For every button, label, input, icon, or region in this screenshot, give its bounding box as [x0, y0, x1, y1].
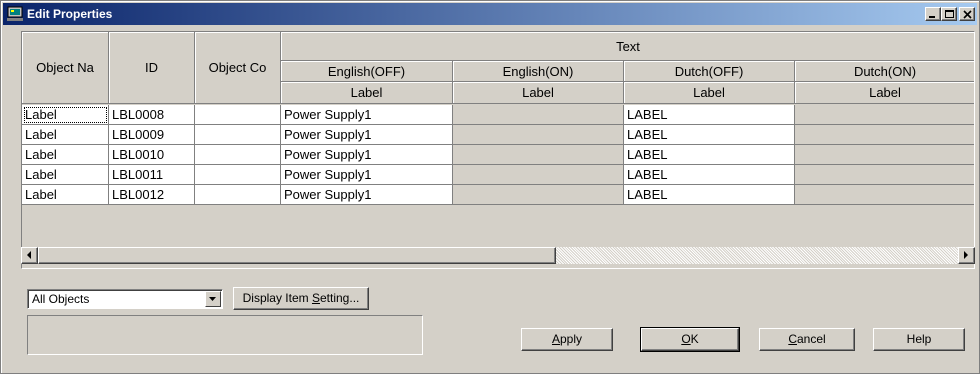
- button-label: ancel: [796, 332, 826, 346]
- horizontal-scrollbar[interactable]: [21, 247, 975, 264]
- close-button[interactable]: [959, 7, 975, 21]
- header-lang[interactable]: English(OFF): [281, 61, 453, 82]
- table-cell-en-off[interactable]: Power Supply1: [281, 125, 453, 145]
- table-cell-comment[interactable]: [195, 145, 281, 165]
- table-cell-en-on[interactable]: [453, 165, 624, 185]
- table-cell-nl-on[interactable]: [795, 145, 974, 165]
- edit-properties-dialog: Edit Properties Object Na ID Object Co T…: [0, 0, 980, 374]
- object-filter-value: All Objects: [32, 292, 90, 306]
- status-box: [27, 315, 423, 355]
- table-cell-nl-off[interactable]: LABEL: [624, 185, 795, 205]
- accel-key: C: [788, 332, 797, 346]
- table-cell-en-off[interactable]: Power Supply1: [281, 165, 453, 185]
- header-sub-label: Label: [453, 82, 624, 104]
- window-title: Edit Properties: [27, 7, 113, 21]
- table-cell-nl-off[interactable]: LABEL: [624, 125, 795, 145]
- table-cell-en-on[interactable]: [453, 125, 624, 145]
- scroll-thumb[interactable]: [38, 247, 556, 264]
- table-cell-object-name[interactable]: Label: [22, 145, 109, 165]
- table-cell-comment[interactable]: [195, 165, 281, 185]
- table-cell-object-name[interactable]: Label: [22, 105, 109, 125]
- scroll-right-button[interactable]: [958, 247, 975, 264]
- header-lang[interactable]: Dutch(OFF): [624, 61, 795, 82]
- arrow-left-icon: [27, 251, 31, 259]
- table-cell-id[interactable]: LBL0009: [109, 125, 195, 145]
- maximize-button[interactable]: [941, 7, 957, 21]
- chevron-down-icon: [209, 297, 216, 301]
- table-cell-comment[interactable]: [195, 185, 281, 205]
- display-item-setting-button[interactable]: Display Item Setting...: [233, 287, 369, 310]
- table-cell-en-off[interactable]: Power Supply1: [281, 185, 453, 205]
- properties-grid: Object Na ID Object Co Text English(OFF)…: [21, 31, 975, 269]
- table-cell-object-name[interactable]: Label: [22, 165, 109, 185]
- table-cell-nl-off[interactable]: LABEL: [624, 145, 795, 165]
- minimize-button[interactable]: [925, 7, 941, 21]
- table-cell-comment[interactable]: [195, 125, 281, 145]
- scroll-left-button[interactable]: [21, 247, 38, 264]
- table-cell-id[interactable]: LBL0008: [109, 105, 195, 125]
- maximize-icon: [945, 10, 954, 18]
- app-icon: [7, 6, 23, 21]
- header-sub-label: Label: [795, 82, 974, 104]
- table-cell-nl-on[interactable]: [795, 185, 974, 205]
- table-cell-nl-on[interactable]: [795, 165, 974, 185]
- table-cell-en-off[interactable]: Power Supply1: [281, 145, 453, 165]
- table-cell-id[interactable]: LBL0010: [109, 145, 195, 165]
- button-label: pply: [560, 332, 583, 346]
- table-cell-en-on[interactable]: [453, 185, 624, 205]
- cancel-button[interactable]: Cancel: [759, 328, 855, 351]
- close-icon: [963, 10, 972, 19]
- button-label: K: [690, 332, 699, 346]
- table-cell-nl-off[interactable]: LABEL: [624, 105, 795, 125]
- table-cell-comment[interactable]: [195, 105, 281, 125]
- table-cell-object-name[interactable]: Label: [22, 185, 109, 205]
- title-bar[interactable]: Edit Properties: [3, 3, 977, 25]
- header-lang[interactable]: Dutch(ON): [795, 61, 974, 82]
- arrow-right-icon: [964, 251, 968, 259]
- header-sub-label: Label: [624, 82, 795, 104]
- object-filter-select[interactable]: All Objects: [27, 289, 223, 309]
- accel-key: S: [311, 291, 320, 305]
- table-cell-nl-on[interactable]: [795, 125, 974, 145]
- accel-key: A: [551, 332, 560, 346]
- dropdown-button[interactable]: [205, 291, 221, 307]
- button-label: Display Item: [242, 291, 312, 305]
- header-object-comment[interactable]: Object Co: [195, 32, 281, 104]
- header-lang[interactable]: English(ON): [453, 61, 624, 82]
- table-cell-id[interactable]: LBL0011: [109, 165, 195, 185]
- button-label: etting...: [320, 291, 360, 305]
- minimize-icon: [929, 16, 935, 18]
- header-object-name[interactable]: Object Na: [22, 32, 109, 104]
- table-cell-en-on[interactable]: [453, 145, 624, 165]
- help-button[interactable]: Help: [873, 328, 965, 351]
- header-sub-label: Label: [281, 82, 453, 104]
- table-cell-nl-on[interactable]: [795, 105, 974, 125]
- header-text-group: Text: [281, 32, 974, 61]
- accel-key: O: [681, 332, 691, 346]
- table-cell-nl-off[interactable]: LABEL: [624, 165, 795, 185]
- table-cell-en-off[interactable]: Power Supply1: [281, 105, 453, 125]
- table-cell-en-on[interactable]: [453, 105, 624, 125]
- table-cell-id[interactable]: LBL0012: [109, 185, 195, 205]
- header-id[interactable]: ID: [109, 32, 195, 104]
- ok-button[interactable]: OK: [640, 327, 740, 352]
- apply-button[interactable]: Apply: [521, 328, 613, 351]
- table-cell-object-name[interactable]: Label: [22, 125, 109, 145]
